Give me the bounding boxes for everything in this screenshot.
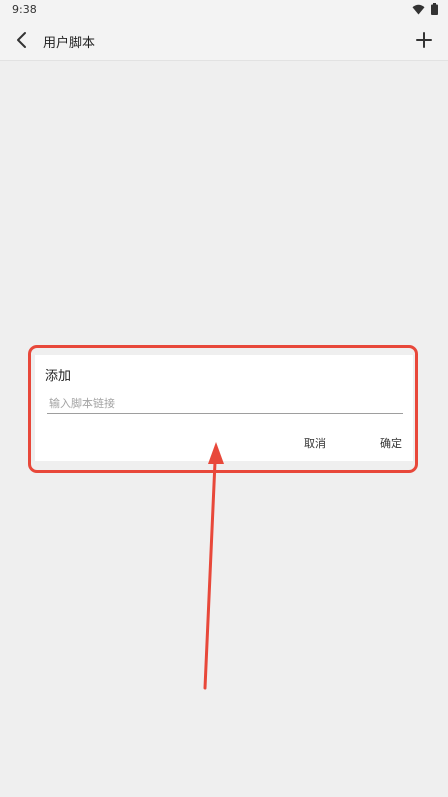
status-time: 9:38 [12,3,37,16]
cancel-button[interactable]: 取消 [304,435,326,451]
battery-icon [431,3,438,15]
add-script-button[interactable] [412,28,436,52]
app-bar: 用户脚本 [0,20,448,61]
status-icons [412,3,438,15]
page-title: 用户脚本 [43,36,96,51]
status-bar: 9:38 [0,0,448,20]
wifi-icon [412,4,425,15]
dialog-title: 添加 [45,369,72,384]
script-url-input[interactable] [47,393,403,414]
plus-icon [412,32,436,56]
chevron-left-icon [10,32,34,56]
back-button[interactable] [10,28,34,52]
add-script-dialog: 添加 取消 确定 [35,355,413,461]
confirm-button[interactable]: 确定 [380,435,402,451]
